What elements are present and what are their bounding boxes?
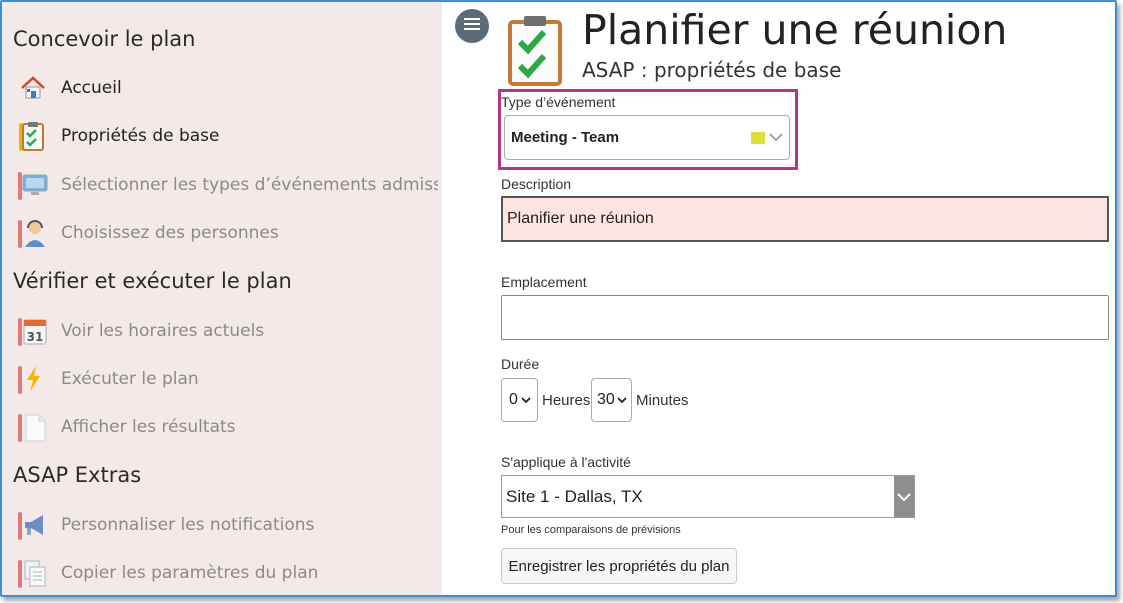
sidebar-item-label: Propriétés de base	[61, 126, 220, 146]
chevron-down-icon	[894, 476, 914, 517]
sidebar-item-choose-people[interactable]: Choisissez des personnes	[16, 215, 438, 251]
section-title-verify: Vérifier et exécuter le plan	[13, 269, 292, 293]
save-plan-properties-button[interactable]: Enregistrer les propriétés du plan	[501, 548, 737, 584]
description-value: Planifier une réunion	[507, 210, 654, 227]
section-title-design: Concevoir le plan	[13, 27, 196, 51]
section-title-extras: ASAP Extras	[13, 463, 142, 487]
sidebar-item-copy-settings[interactable]: Copier les paramètres du plan	[16, 555, 438, 591]
duration-label: Durée	[501, 356, 540, 372]
event-type-value: Meeting - Team	[511, 129, 620, 146]
color-swatch	[751, 131, 765, 144]
sidebar-item-label: Copier les paramètres du plan	[61, 563, 319, 583]
calendar-icon: 31	[16, 314, 50, 348]
sidebar-item-label: Choisissez des personnes	[61, 223, 279, 243]
megaphone-icon	[16, 508, 50, 542]
main-content: Planifier une réunion ASAP : propriétés …	[444, 2, 1115, 595]
sidebar-item-label: Exécuter le plan	[61, 369, 199, 389]
sidebar-item-label: Sélectionner les types d’événements admi…	[61, 175, 438, 195]
location-input[interactable]	[501, 295, 1109, 340]
sidebar-item-label: Accueil	[61, 78, 122, 98]
sidebar-item-label: Personnaliser les notifications	[61, 515, 315, 535]
document-icon	[16, 410, 50, 444]
sidebar: Concevoir le plan Accueil Propriétés de …	[2, 2, 442, 595]
svg-text:31: 31	[27, 330, 44, 344]
menu-button[interactable]	[455, 9, 489, 43]
page-subtitle: ASAP : propriétés de base	[582, 58, 842, 82]
activity-hint: Pour les comparaisons de prévisions	[501, 524, 681, 536]
hours-unit: Heures	[542, 392, 591, 409]
copy-document-icon	[16, 556, 50, 590]
minutes-unit: Minutes	[636, 392, 689, 409]
person-headset-icon	[16, 216, 50, 250]
minutes-value: 30	[597, 391, 615, 408]
activity-value: Site 1 - Dallas, TX	[506, 486, 643, 506]
sidebar-item-current-schedules[interactable]: 31 Voir les horaires actuels	[16, 313, 438, 349]
lightning-icon	[16, 362, 50, 396]
sidebar-item-label: Afficher les résultats	[61, 417, 236, 437]
sidebar-item-event-types[interactable]: Sélectionner les types d’événements admi…	[16, 167, 438, 203]
chevron-down-icon	[769, 129, 783, 147]
minutes-select[interactable]: 30	[591, 378, 632, 422]
event-type-select[interactable]: Meeting - Team	[504, 115, 790, 160]
hours-value: 0	[509, 391, 518, 408]
hamburger-icon	[464, 17, 480, 36]
app-window: Concevoir le plan Accueil Propriétés de …	[0, 0, 1117, 597]
chevron-down-icon	[521, 391, 531, 409]
clipboard-check-icon	[16, 119, 50, 153]
sidebar-item-home[interactable]: Accueil	[16, 70, 438, 106]
sidebar-item-results[interactable]: Afficher les résultats	[16, 409, 438, 445]
sidebar-item-basic-properties[interactable]: Propriétés de base	[16, 118, 438, 154]
home-icon	[16, 71, 50, 105]
event-type-label: Type d’événement	[501, 94, 616, 110]
activity-select[interactable]: Site 1 - Dallas, TX	[501, 475, 915, 518]
description-label: Description	[501, 176, 572, 192]
clipboard-check-icon	[506, 14, 564, 91]
sidebar-item-run-plan[interactable]: Exécuter le plan	[16, 361, 438, 397]
sidebar-item-label: Voir les horaires actuels	[61, 321, 265, 341]
activity-label: S'applique à l'activité	[501, 454, 631, 470]
screen-icon	[16, 168, 50, 202]
hours-select[interactable]: 0	[501, 378, 538, 422]
chevron-down-icon	[617, 391, 627, 409]
sidebar-item-notifications[interactable]: Personnaliser les notifications	[16, 507, 438, 543]
description-input[interactable]: Planifier une réunion	[501, 196, 1109, 242]
page-title: Planifier une réunion	[582, 6, 1008, 54]
location-label: Emplacement	[501, 274, 587, 290]
